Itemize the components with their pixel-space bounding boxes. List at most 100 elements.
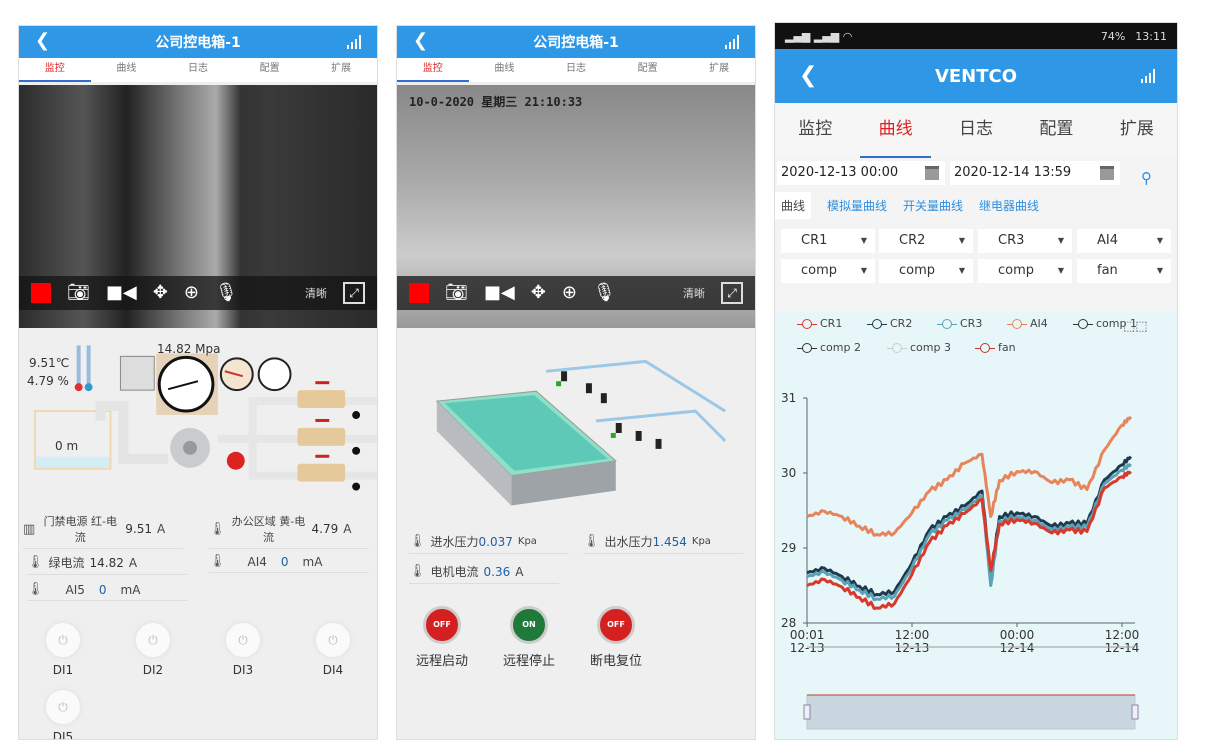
tab-extend[interactable]: 扩展 xyxy=(683,58,755,82)
header: ❮ 公司控电箱-1 xyxy=(19,26,377,58)
quality-button[interactable]: 清晰 xyxy=(683,285,705,301)
move-arrows-icon[interactable]: ✥ xyxy=(153,284,168,302)
tab-bar: 监控 曲线 日志 配置 扩展 xyxy=(397,58,755,82)
status-bar: ▂▄▆ ▂▄▆ ◠ 74% 13:11 xyxy=(775,23,1177,49)
camera-icon[interactable]: 📷︎ xyxy=(67,284,90,302)
calendar-icon[interactable] xyxy=(1100,166,1114,180)
reading-row: 🌡︎ 出水压力 1.454 Kpa xyxy=(583,533,743,554)
record-button[interactable] xyxy=(409,283,429,303)
tab-curve[interactable]: 曲线 xyxy=(469,58,541,82)
zoom-crosshair-icon[interactable]: ⊕ xyxy=(184,284,199,302)
series-select-2[interactable]: CR2 xyxy=(879,229,973,253)
tab-config[interactable]: 配置 xyxy=(612,58,684,82)
reading-label: 出水压力 xyxy=(604,535,653,549)
series-select-6[interactable]: comp xyxy=(879,259,973,283)
back-icon[interactable]: ❮ xyxy=(413,30,428,51)
reading-value: 0 xyxy=(98,582,107,597)
meter-icon: ▥ xyxy=(23,521,36,537)
phone-screen-2: ❮ 公司控电箱-1 监控 曲线 日志 配置 扩展 10-0-2020 星期三 2… xyxy=(396,25,756,740)
page-title: 公司控电箱-1 xyxy=(533,35,619,51)
tab-config[interactable]: 配置 xyxy=(1016,103,1096,158)
reading-unit: Kpa xyxy=(691,536,711,547)
subtab-analog[interactable]: 模拟量曲线 xyxy=(827,197,887,214)
water-level-value: 0 m xyxy=(55,439,79,453)
tab-log[interactable]: 日志 xyxy=(162,58,234,82)
di-button-3[interactable]: ⏻ DI3 xyxy=(213,623,273,677)
record-button[interactable] xyxy=(31,283,51,303)
series-select-7[interactable]: comp xyxy=(978,259,1072,283)
di-button-1[interactable]: ⏻ DI1 xyxy=(33,623,93,677)
reading-label: 办公区域 黄-电流 xyxy=(231,515,306,544)
di-button-4[interactable]: ⏻ DI4 xyxy=(303,623,363,677)
microphone-icon[interactable]: 🎙︎ xyxy=(215,284,238,302)
tab-extend[interactable]: 扩展 xyxy=(1097,103,1177,158)
end-date-input[interactable]: 2020-12-14 13:59 xyxy=(950,161,1120,185)
camera-feed[interactable]: 📷︎ ■◀ ✥ ⊕ 🎙︎ 清晰 ⤢ xyxy=(19,85,377,328)
camera-icon[interactable]: 📷︎ xyxy=(445,284,468,302)
calendar-icon[interactable] xyxy=(925,166,939,180)
control-label: 远程启动 xyxy=(415,654,468,669)
tab-curve[interactable]: 曲线 xyxy=(855,103,935,158)
tab-log[interactable]: 日志 xyxy=(936,103,1016,158)
phone-screen-1: ❮ 公司控电箱-1 监控 曲线 日志 配置 扩展 📷︎ ■◀ ✥ ⊕ 🎙︎ 清晰… xyxy=(18,25,378,740)
back-icon[interactable]: ❮ xyxy=(799,63,817,88)
reading-unit: Kpa xyxy=(517,536,537,547)
power-reset-button[interactable]: OFF 断电复位 xyxy=(581,606,651,669)
start-date-input[interactable]: 2020-12-13 00:00 xyxy=(777,161,945,185)
reading-row: 🌡︎ AI5 0 mA xyxy=(27,582,187,601)
fullscreen-icon[interactable]: ⤢ xyxy=(721,282,743,304)
reading-unit: A xyxy=(128,555,138,570)
di-label: DI5 xyxy=(52,730,74,740)
remote-stop-button[interactable]: ON 远程停止 xyxy=(494,606,564,669)
tab-monitor[interactable]: 监控 xyxy=(19,58,91,82)
signal-icon xyxy=(347,35,361,49)
thermometer-icon: 🌡︎ xyxy=(209,521,226,537)
page-title: VENTCO xyxy=(934,65,1018,87)
remote-start-button[interactable]: OFF 远程启动 xyxy=(407,606,477,669)
search-icon[interactable]: ⚲ xyxy=(1141,169,1152,187)
temperature-value: 9.51℃ xyxy=(29,356,70,370)
tab-curve[interactable]: 曲线 xyxy=(91,58,163,82)
water-tank-diagram xyxy=(435,359,727,506)
tab-monitor[interactable]: 监控 xyxy=(397,58,469,82)
line-chart[interactable]: 2829303100:0112-1312:0012-1300:0012-1412… xyxy=(775,311,1178,740)
tab-monitor[interactable]: 监控 xyxy=(775,103,855,158)
reading-row: 🌡︎ 绿电流 14.82 A xyxy=(27,554,187,575)
power-icon: ⏻ xyxy=(46,690,80,724)
series-select-5[interactable]: comp xyxy=(781,259,875,283)
series-select-1[interactable]: CR1 xyxy=(781,229,875,253)
camera-feed[interactable]: 10-0-2020 星期三 21:10:33 📷︎ ■◀ ✥ ⊕ 🎙︎ 清晰 ⤢ xyxy=(397,85,755,328)
reading-label: AI4 xyxy=(247,554,267,569)
x-tick-label: 12-13 xyxy=(895,641,930,655)
microphone-icon[interactable]: 🎙︎ xyxy=(593,284,616,302)
fullscreen-icon[interactable]: ⤢ xyxy=(343,282,365,304)
reading-unit: A xyxy=(157,522,166,536)
off-indicator: OFF xyxy=(597,606,635,644)
reading-label: AI5 xyxy=(65,582,85,597)
quality-button[interactable]: 清晰 xyxy=(305,285,327,301)
video-camera-icon[interactable]: ■◀ xyxy=(484,284,515,302)
reading-row: 🌡︎ 进水压力 0.037 Kpa xyxy=(409,533,569,554)
di-button-2[interactable]: ⏻ DI2 xyxy=(123,623,183,677)
zoom-crosshair-icon[interactable]: ⊕ xyxy=(562,284,577,302)
series-select-4[interactable]: AI4 xyxy=(1077,229,1171,253)
reading-row: ▥ 门禁电源 红-电流 9.51 A xyxy=(23,513,183,549)
control-label: 远程停止 xyxy=(502,654,555,669)
subtab-switch[interactable]: 开关量曲线 xyxy=(903,197,963,214)
on-indicator: ON xyxy=(510,606,548,644)
video-camera-icon[interactable]: ■◀ xyxy=(106,284,137,302)
di-label: DI3 xyxy=(232,663,254,677)
control-label: 断电复位 xyxy=(589,654,642,669)
series-select-3[interactable]: CR3 xyxy=(978,229,1072,253)
di-button-5[interactable]: ⏻ DI5 xyxy=(33,690,93,740)
phone-screen-3: ▂▄▆ ▂▄▆ ◠ 74% 13:11 ❮ VENTCO 监控 曲线 日志 配置… xyxy=(774,22,1178,740)
back-icon[interactable]: ❮ xyxy=(35,30,50,51)
subtab-curve[interactable]: 曲线 xyxy=(775,191,812,219)
subtab-relay[interactable]: 继电器曲线 xyxy=(979,197,1039,214)
tab-extend[interactable]: 扩展 xyxy=(305,58,377,82)
move-arrows-icon[interactable]: ✥ xyxy=(531,284,546,302)
tab-log[interactable]: 日志 xyxy=(540,58,612,82)
series-select-8[interactable]: fan xyxy=(1077,259,1171,283)
di-label: DI4 xyxy=(322,663,344,677)
tab-config[interactable]: 配置 xyxy=(234,58,306,82)
